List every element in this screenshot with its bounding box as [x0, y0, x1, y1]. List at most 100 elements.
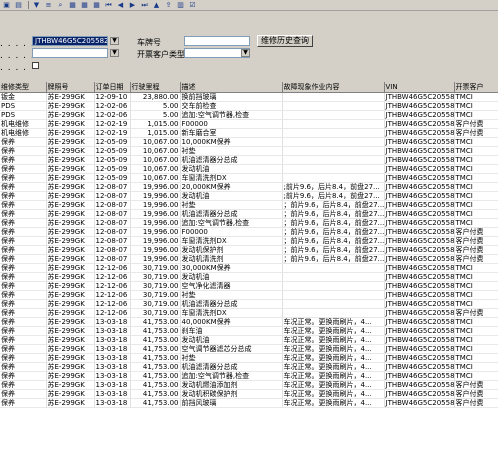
table-cell: 机油滤清器分总成 [180, 299, 283, 309]
table-row[interactable]: 保养 苏E-299GK 12-12-06 30,719.00 30,000KM保养 JTH… [0, 263, 498, 273]
grid-icon[interactable]: ▦ [80, 1, 89, 9]
column-header[interactable]: 行驶里程 [130, 82, 181, 93]
table-row[interactable]: 保养 苏E-299GK 13-03-18 41,753.00 追加:空气调节器,检查 车况… [0, 371, 498, 381]
table-row[interactable]: PDS 苏E-299GK 12-02-06 5.00 追加:空气调节器,检查 JTHBW4… [0, 110, 498, 120]
table-cell: 12-08-07 [94, 245, 131, 255]
table-row[interactable]: 保养 苏E-299GK 12-08-07 19,996.00 追加:空气调节器,检查 ；前… [0, 218, 498, 228]
table-cell: 12-09-10 [94, 92, 131, 102]
column-header[interactable]: 开票客户 [454, 82, 498, 93]
customer-type-dropdown-button[interactable]: ▼ [241, 49, 250, 57]
table-cell [282, 146, 385, 156]
table-cell: 12-02-06 [94, 101, 131, 111]
table-cell: TMCI [454, 281, 498, 291]
filter-icon[interactable]: ▼ [32, 1, 41, 9]
table-row[interactable]: 保养 苏E-299GK 12-12-06 30,719.00 发动机油 JTHBW46G5… [0, 272, 498, 282]
table-cell: 30,719.00 [130, 308, 181, 318]
grid-icon[interactable]: ▦ [68, 1, 77, 9]
table-cell: 12-12-06 [94, 272, 131, 282]
table-cell: JTHBW46G5C2055828 [384, 128, 455, 138]
table-cell: 12-12-06 [94, 263, 131, 273]
table-row[interactable]: 钣金 苏E-299GK 12-09-10 23,880.00 换前挡玻璃 JTHBW46G… [0, 92, 498, 102]
table-row[interactable]: 保养 苏E-299GK 12-12-06 30,719.00 车窗清洗剂DX JTHBW4… [0, 308, 498, 318]
first-icon[interactable]: ⏮ [104, 1, 113, 9]
table-row[interactable]: 保养 苏E-299GK 13-03-18 41,753.00 前挡风玻璃 车况正常。更换雨… [0, 398, 498, 408]
table-cell: JTHBW46G5C2055828 [384, 173, 455, 183]
table-row[interactable]: 保养 苏E-299GK 12-08-07 19,996.00 发动机油 ;前片9.6，后片… [0, 191, 498, 201]
table-row[interactable]: 保养 苏E-299GK 12-08-07 19,996.00 F00000 ；前片9.6，… [0, 227, 498, 237]
column-header[interactable]: 故障现象作业内容 [282, 82, 385, 93]
table-row[interactable]: 保养 苏E-299GK 13-03-18 41,753.00 发动机积碳保护剂 车况正常。… [0, 389, 498, 399]
table-cell: 发动机燃油添加剂 [180, 380, 283, 390]
prev-icon[interactable]: ◀ [116, 1, 125, 9]
table-row[interactable]: 保养 苏E-299GK 12-08-07 19,996.00 20,000KM保养 ;前片… [0, 182, 498, 192]
table-cell [282, 299, 385, 309]
history-query-button[interactable]: 维修历史查询 [257, 35, 313, 47]
sort-icon[interactable]: ≡ [44, 1, 53, 9]
table-row[interactable]: 保养 苏E-299GK 13-03-18 41,753.00 刹车油 车况正常。更换雨刷片… [0, 326, 498, 336]
plate-field[interactable] [184, 36, 250, 46]
print-icon[interactable]: ▤ [14, 1, 23, 9]
table-cell: 衬垫 [180, 353, 283, 363]
table-cell: 19,996.00 [130, 209, 181, 219]
table-row[interactable]: 保养 苏E-299GK 13-03-18 41,753.00 衬垫 车况正常。更换雨刷片，… [0, 353, 498, 363]
table-cell [282, 119, 385, 129]
table-cell: TMCI [454, 110, 498, 120]
table-row[interactable]: 保养 苏E-299GK 13-03-18 41,753.00 发动机油 车况正常。更换雨刷… [0, 335, 498, 345]
table-cell: 13-03-18 [94, 380, 131, 390]
table-row[interactable]: 保养 苏E-299GK 12-08-07 19,996.00 机油滤清器分总成 ；前片9.… [0, 209, 498, 219]
table-cell: 客户付费 [454, 398, 498, 408]
table-row[interactable]: 保养 苏E-299GK 13-03-18 41,753.00 发动机燃油添加剂 车况正常。… [0, 380, 498, 390]
table-row[interactable]: 保养 苏E-299GK 12-08-07 19,996.00 车窗清洗剂DX ；前片9.6… [0, 236, 498, 246]
table-cell: 苏E-299GK [46, 380, 95, 390]
table-cell: 追加:空气调节器,检查 [180, 110, 283, 120]
table-row[interactable]: 保养 苏E-299GK 12-05-09 10,067.00 衬垫 JTHBW46G5C2… [0, 146, 498, 156]
column-header[interactable]: 牌照号 [46, 82, 95, 93]
table-row[interactable]: 保养 苏E-299GK 12-08-07 19,996.00 衬垫 ；前片9.6，后片8.… [0, 200, 498, 210]
column-header[interactable]: VIN [384, 82, 455, 93]
check-icon[interactable]: ☑ [188, 1, 197, 9]
find-icon[interactable]: ⌕ [56, 1, 65, 9]
table-cell: 20,000KM保养 [180, 182, 283, 192]
table-row[interactable]: 保养 苏E-299GK 12-08-07 19,996.00 发动机清洗剂 ；前片9.6，… [0, 254, 498, 264]
second-dropdown-button[interactable]: ▼ [110, 49, 119, 57]
grid-icon[interactable]: ▦ [92, 1, 101, 9]
table-row[interactable]: PDS 苏E-299GK 12-02-06 5.00 交车前检查 JTHBW46G5C20… [0, 101, 498, 111]
next-icon[interactable]: ▶ [128, 1, 137, 9]
vin-field[interactable]: JTHBW46G5C2055828 [32, 36, 108, 46]
table-row[interactable]: 保养 苏E-299GK 13-03-18 41,753.00 40,000KM保养 车况正… [0, 317, 498, 327]
chart-icon[interactable]: ▥ [176, 1, 185, 9]
table-cell: 发动机油 [180, 272, 283, 282]
table-cell: 19,996.00 [130, 200, 181, 210]
table-row[interactable]: 保养 苏E-299GK 12-12-06 30,719.00 空气净化滤清器 JTHBW4… [0, 281, 498, 291]
table-row[interactable]: 保养 苏E-299GK 12-08-07 19,996.00 发动机保护剂 ；前片9.6，… [0, 245, 498, 255]
table-cell: ；前片9.6，后片8.4，前盘27... [282, 218, 385, 228]
column-header[interactable]: 维修类型 [0, 82, 47, 93]
table-cell: 保养 [0, 263, 47, 273]
table-row[interactable]: 保养 苏E-299GK 12-05-09 10,067.00 发动机油 JTHBW46G5… [0, 164, 498, 174]
column-header[interactable]: 订单日期 [94, 82, 131, 93]
table-cell: TMCI [454, 200, 498, 210]
save-icon[interactable]: ▣ [2, 1, 11, 9]
table-row[interactable]: 保养 苏E-299GK 12-05-09 10,067.00 车窗清洗剂DX JTHBW4… [0, 173, 498, 183]
table-cell: 苏E-299GK [46, 362, 95, 372]
column-header[interactable]: 描述 [180, 82, 283, 93]
table-row[interactable]: 机电维修 苏E-299GK 12-02-19 1,015.00 新车磨合室 JTHBW46… [0, 128, 498, 138]
table-row[interactable]: 保养 苏E-299GK 13-03-18 41,753.00 空气调节器滤芯分总成 车况正… [0, 344, 498, 354]
table-cell: 41,753.00 [130, 380, 181, 390]
last-icon[interactable]: ⏭ [140, 1, 149, 9]
table-row[interactable]: 保养 苏E-299GK 12-12-06 30,719.00 机油滤清器分总成 JTHBW… [0, 299, 498, 309]
table-cell: JTHBW46G5C2055828 [384, 389, 455, 399]
export-icon[interactable]: ⇪ [164, 1, 173, 9]
table-row[interactable]: 保养 苏E-299GK 13-03-18 41,753.00 机油滤清器分总成 车况正常。… [0, 362, 498, 372]
table-row[interactable]: 机电维修 苏E-299GK 12-02-19 1,015.00 F00000 JTHBW4… [0, 119, 498, 129]
table-cell: 41,753.00 [130, 398, 181, 408]
table-cell: 41,753.00 [130, 362, 181, 372]
second-field[interactable] [32, 48, 108, 58]
table-row[interactable]: 保养 苏E-299GK 12-05-09 10,067.00 机油滤清器分总成 JTHBW… [0, 155, 498, 165]
table-cell: ；前片9.6，后片8.4，前盘27... [282, 236, 385, 246]
table-row[interactable]: 保养 苏E-299GK 12-12-06 30,719.00 衬垫 JTHBW46G5C2… [0, 290, 498, 300]
vin-dropdown-button[interactable]: ▼ [110, 37, 119, 45]
table-row[interactable]: 保养 苏E-299GK 12-05-09 10,067.00 10,000KM保养 JTH… [0, 137, 498, 147]
up-icon[interactable]: ▲ [152, 1, 161, 9]
option-checkbox[interactable] [32, 62, 39, 69]
